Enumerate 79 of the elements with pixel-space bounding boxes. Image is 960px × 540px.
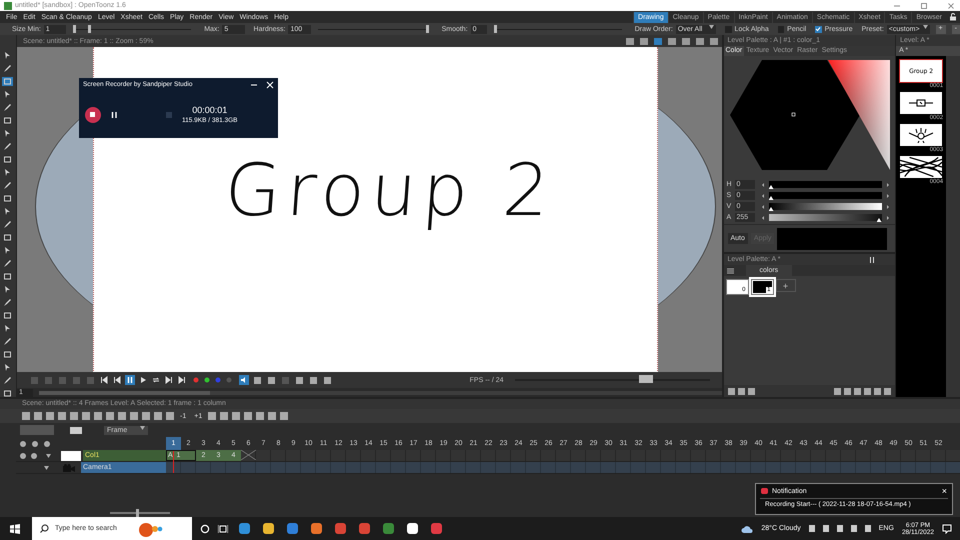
recorder-icon: [761, 488, 768, 494]
tool-icon[interactable]: [2, 142, 14, 151]
left-arrow-icon[interactable]: [760, 204, 764, 208]
tool-icon[interactable]: [2, 116, 14, 125]
checkbox[interactable]: [778, 26, 784, 32]
tray-icon[interactable]: [850, 525, 857, 532]
level-end-mark: [241, 450, 256, 460]
caret-icon[interactable]: [140, 426, 145, 430]
tool-icon[interactable]: [2, 298, 14, 307]
maximize-icon[interactable]: [919, 0, 929, 10]
first-icon[interactable]: [98, 375, 109, 385]
close-button[interactable]: ×: [942, 486, 947, 496]
pause-icon[interactable]: [869, 256, 876, 262]
tool-icon[interactable]: [2, 194, 14, 203]
tool-icon[interactable]: [2, 259, 14, 268]
channel-slider[interactable]: [768, 203, 882, 210]
menu-icon[interactable]: [726, 268, 734, 274]
recording-time: 00:00:01: [192, 105, 228, 115]
last-icon[interactable]: [176, 375, 187, 385]
caret-icon[interactable]: [46, 454, 51, 458]
playhead-line: [173, 451, 174, 473]
sound-icon[interactable]: [238, 375, 249, 385]
close-icon[interactable]: [266, 80, 274, 88]
stop-record-button[interactable]: [84, 106, 101, 122]
next-icon[interactable]: [164, 375, 174, 385]
left-arrow-icon[interactable]: [760, 216, 764, 220]
add-style-button[interactable]: +: [776, 279, 796, 292]
task-view-icon[interactable]: [218, 524, 228, 534]
square-icon: [166, 112, 172, 118]
app-logo-icon: [4, 2, 12, 10]
tray-icon[interactable]: [864, 525, 871, 532]
checkbox[interactable]: [815, 26, 822, 32]
tool-icon[interactable]: [2, 64, 14, 73]
frame-thumbnail[interactable]: [899, 155, 944, 179]
left-arrow-icon[interactable]: [760, 194, 764, 198]
search-icon: [40, 524, 49, 533]
xsheet-toggle-button[interactable]: [20, 425, 54, 435]
drawn-text: Group 2: [222, 148, 558, 232]
right-arrow-icon[interactable]: [886, 182, 890, 186]
tool-icon[interactable]: [2, 233, 14, 242]
tray-icon[interactable]: [808, 525, 815, 532]
tray-icon[interactable]: [822, 525, 829, 532]
windows-start-icon[interactable]: [10, 524, 20, 534]
taskbar-app-icon[interactable]: [260, 520, 276, 536]
tool-icon[interactable]: [2, 181, 14, 190]
camera-icon: [63, 464, 75, 472]
tool-icon[interactable]: [2, 311, 14, 320]
tool-icon[interactable]: [2, 350, 14, 359]
channel-slider[interactable]: [768, 214, 882, 221]
tool-icon[interactable]: [2, 389, 14, 398]
checkbox[interactable]: [725, 26, 732, 32]
right-arrow-icon[interactable]: [886, 194, 890, 198]
tool-icon[interactable]: [2, 376, 14, 385]
lock-icon[interactable]: [949, 13, 957, 21]
channel-slider[interactable]: [768, 181, 882, 188]
notifications-icon[interactable]: [942, 524, 952, 534]
tool-icon[interactable]: [2, 77, 14, 86]
tool-icon[interactable]: [2, 103, 14, 112]
caret-icon[interactable]: [44, 466, 49, 470]
tool-icon[interactable]: [2, 220, 14, 229]
taskbar-app-icon[interactable]: [404, 520, 420, 536]
orb-icon[interactable]: [136, 520, 163, 536]
pause-icon[interactable]: [124, 375, 135, 385]
color-channel-icons[interactable]: [192, 376, 234, 384]
right-arrow-icon[interactable]: [886, 216, 890, 220]
frame-thumbnail[interactable]: [899, 91, 944, 115]
cloud-icon: [741, 524, 754, 532]
prev-icon[interactable]: [112, 375, 122, 385]
frame-thumbnail[interactable]: [899, 123, 944, 147]
loop-icon[interactable]: [150, 375, 161, 385]
tool-icon[interactable]: [2, 337, 14, 346]
right-arrow-icon[interactable]: [886, 204, 890, 208]
tool-icon[interactable]: [2, 272, 14, 281]
channel-slider[interactable]: [768, 192, 882, 199]
column-thumbnail: [61, 450, 81, 460]
cortana-icon[interactable]: [200, 524, 210, 534]
left-arrow-icon[interactable]: [760, 182, 764, 186]
tool-icon[interactable]: [2, 155, 14, 164]
tray-icon[interactable]: [836, 525, 843, 532]
